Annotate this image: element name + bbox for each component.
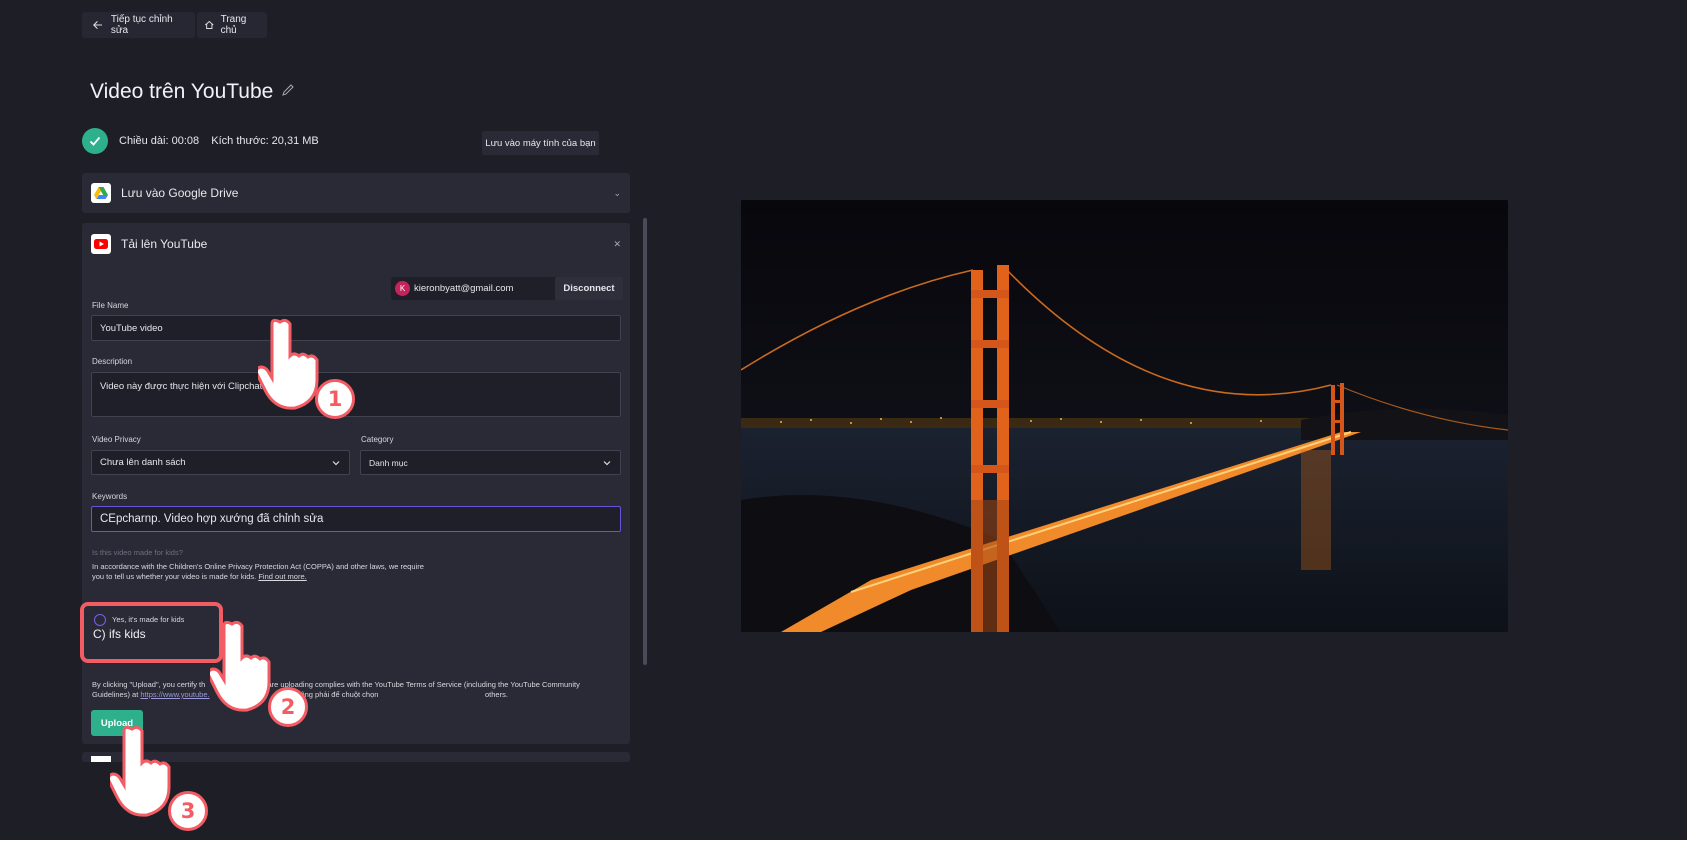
avatar: K (395, 281, 410, 296)
category-label: Category (361, 435, 394, 444)
bottom-edge (0, 840, 1687, 849)
youtube-icon (91, 234, 111, 254)
service-icon-stub (91, 756, 111, 762)
description-field[interactable]: Video này được thực hiện với Clipchatrp (91, 372, 621, 417)
export-info: Chiều dài: 00:08 Kích thước: 20,31 MB (119, 135, 319, 147)
duration-text: Chiều dài: 00:08 (119, 135, 200, 147)
scrollbar[interactable] (643, 218, 647, 665)
coppa-text-2: you to tell us whether your video is mad… (92, 572, 307, 582)
back-to-edit-label: Tiếp tục chỉnh sửa (110, 14, 173, 36)
video-privacy-label: Video Privacy (92, 435, 141, 444)
chevron-down-icon (603, 460, 611, 465)
kids-no-label[interactable]: C) ifs kids (93, 627, 146, 641)
step-1-badge: 1 (315, 379, 355, 419)
account-email: kieronbyatt@gmail.com (414, 283, 514, 294)
terms-text-2: Guidelines) at https://www.youtube. re k… (92, 690, 612, 700)
file-name-field[interactable]: YouTube video (91, 315, 621, 341)
terms-text-1b: are uploading complies with the YouTube … (267, 680, 580, 689)
terms-text-2a: Guidelines) at (92, 690, 139, 699)
back-to-edit-button[interactable]: Tiếp tục chỉnh sửa (82, 12, 195, 38)
home-button[interactable]: Trang chủ (197, 12, 267, 38)
home-icon (205, 20, 214, 30)
chevron-down-icon[interactable]: ⌄ (613, 188, 621, 199)
chevron-down-icon (332, 460, 340, 465)
category-value: Danh mục (369, 457, 408, 468)
youtube-account: K kieronbyatt@gmail.com Disconnect (391, 277, 623, 300)
find-out-more-link[interactable]: Find out more. (258, 572, 306, 581)
check-circle-icon (82, 128, 108, 154)
youtube-panel: Tải lên YouTube ✕ K kieronbyatt@gmail.co… (82, 223, 630, 744)
category-select[interactable]: Danh mục (360, 450, 621, 475)
page-title: Video trên YouTube (90, 80, 274, 103)
pencil-edit-icon[interactable] (281, 83, 295, 97)
disconnect-button[interactable]: Disconnect (555, 277, 623, 300)
terms-text: By clicking "Upload", you certify th are… (92, 680, 580, 690)
terms-text-1: By clicking "Upload", you certify th (92, 680, 206, 689)
save-to-computer-button[interactable]: Lưu vào máy tính của bạn (482, 131, 599, 155)
home-label: Trang chủ (220, 14, 247, 36)
google-drive-panel[interactable]: Lưu vào Google Drive ⌄ (82, 173, 630, 213)
video-privacy-select[interactable]: Chưa lên danh sách (91, 450, 350, 475)
size-text: Kích thước: 20,31 MB (211, 135, 319, 147)
keywords-label: Keywords (92, 492, 128, 501)
coppa-text-2-body: you to tell us whether your video is mad… (92, 572, 257, 581)
terms-text-2c: others. (485, 690, 508, 699)
terms-link[interactable]: https://www.youtube. (140, 690, 209, 699)
google-drive-label: Lưu vào Google Drive (121, 186, 239, 200)
description-label: Description (92, 357, 133, 366)
file-name-label: File Name (92, 301, 129, 310)
step-2-badge: 2 (268, 687, 308, 727)
close-icon[interactable]: ✕ (613, 239, 621, 250)
bridge-night-image (741, 200, 1508, 632)
step-3-badge: 3 (168, 791, 208, 831)
google-drive-icon (91, 183, 111, 203)
youtube-label: Tải lên YouTube (121, 237, 208, 251)
video-preview (741, 200, 1508, 632)
kids-question: Is this video made for kids? (92, 548, 183, 557)
coppa-text: In accordance with the Children's Online… (92, 562, 424, 571)
kids-yes-radio[interactable] (94, 614, 106, 626)
kids-yes-label[interactable]: Yes, it's made for kids (112, 615, 184, 625)
video-privacy-value: Chưa lên danh sách (100, 457, 186, 468)
keywords-field[interactable]: CEpcharnp. Video hợp xướng đã chỉnh sửa (91, 506, 621, 532)
arrow-left-icon (93, 20, 102, 30)
